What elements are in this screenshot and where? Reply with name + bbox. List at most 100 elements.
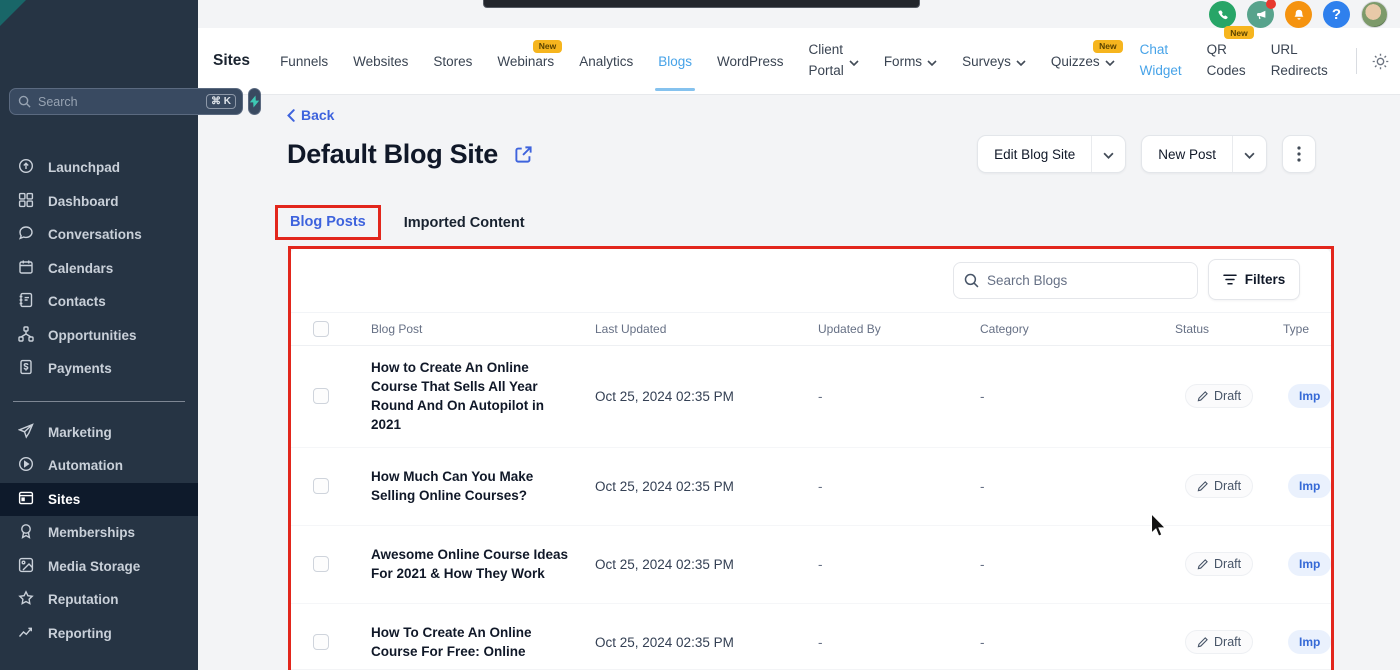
announcements-button[interactable]: New bbox=[1247, 0, 1279, 42]
notification-dot bbox=[1266, 0, 1276, 9]
tab-imported-content[interactable]: Imported Content bbox=[404, 215, 525, 231]
new-post-button[interactable]: New Post bbox=[1141, 135, 1267, 173]
notifications-button[interactable] bbox=[1285, 1, 1312, 28]
sidebar-item-media-storage[interactable]: Media Storage bbox=[0, 550, 198, 584]
blog-posts-card: Filters Blog Post Last Updated Updated B… bbox=[290, 248, 1331, 669]
nav-item-stores[interactable]: Stores bbox=[433, 54, 472, 69]
nav-item-quizzes[interactable]: Quizzes New bbox=[1051, 39, 1123, 69]
column-header[interactable]: Updated By bbox=[818, 322, 980, 336]
column-header[interactable]: Status bbox=[1175, 322, 1283, 336]
pencil-icon bbox=[1197, 480, 1208, 492]
updated-by: - bbox=[818, 634, 823, 650]
help-button[interactable]: ? bbox=[1323, 1, 1350, 28]
user-avatar[interactable] bbox=[1361, 1, 1388, 28]
select-all-checkbox[interactable] bbox=[313, 321, 329, 337]
megaphone-icon bbox=[1254, 8, 1268, 22]
page-content: Back Default Blog Site Edit Blog Site Ne… bbox=[198, 95, 1400, 670]
sidebar-item-calendars[interactable]: Calendars bbox=[0, 252, 198, 286]
sidebar-item-dashboard[interactable]: Dashboard bbox=[0, 185, 198, 219]
back-button[interactable]: Back bbox=[287, 107, 334, 123]
sidebar-item-conversations[interactable]: Conversations bbox=[0, 218, 198, 252]
agency-logo-space bbox=[0, 0, 198, 88]
nav-item-forms[interactable]: Forms bbox=[884, 54, 937, 69]
phone-icon bbox=[1216, 8, 1230, 22]
sidebar-item-contacts[interactable]: Contacts bbox=[0, 285, 198, 319]
search-blogs-field[interactable] bbox=[953, 262, 1198, 299]
nav-item-funnels[interactable]: Funnels bbox=[280, 54, 328, 69]
nav-item-blogs[interactable]: Blogs bbox=[655, 54, 695, 91]
more-options-button[interactable] bbox=[1282, 135, 1316, 173]
column-header[interactable]: Last Updated bbox=[595, 322, 818, 336]
sidebar-item-memberships[interactable]: Memberships bbox=[0, 516, 198, 550]
divider bbox=[1356, 48, 1357, 74]
nodes-icon bbox=[18, 326, 34, 345]
tab-blog-posts[interactable]: Blog Posts bbox=[290, 214, 366, 230]
type-badge[interactable]: Imp bbox=[1288, 384, 1331, 409]
last-updated: Oct 25, 2024 02:35 PM bbox=[595, 478, 734, 494]
sidebar-item-label: Automation bbox=[48, 458, 123, 474]
sidebar-item-opportunities[interactable]: Opportunities bbox=[0, 319, 198, 353]
sidebar-item-payments[interactable]: Payments bbox=[0, 352, 198, 386]
sidebar-item-reputation[interactable]: Reputation bbox=[0, 583, 198, 617]
status-badge[interactable]: Draft bbox=[1185, 630, 1254, 655]
pencil-icon bbox=[1197, 558, 1208, 570]
sidebar-item-automation[interactable]: Automation bbox=[0, 449, 198, 483]
row-checkbox[interactable] bbox=[313, 478, 329, 495]
phone-button[interactable] bbox=[1209, 1, 1236, 28]
row-checkbox[interactable] bbox=[313, 388, 329, 405]
pencil-icon bbox=[1197, 390, 1208, 402]
filters-button[interactable]: Filters bbox=[1208, 259, 1300, 300]
blog-post-title[interactable]: How to Create An Online Course That Sell… bbox=[371, 358, 571, 435]
column-header[interactable]: Type bbox=[1283, 322, 1331, 336]
nav-item-websites[interactable]: Websites bbox=[353, 54, 408, 69]
edit-blog-site-button[interactable]: Edit Blog Site bbox=[977, 135, 1127, 173]
sidebar-item-label: Conversations bbox=[48, 227, 142, 243]
sidebar-item-label: Launchpad bbox=[48, 160, 121, 176]
quick-actions-button[interactable] bbox=[248, 88, 261, 115]
blog-post-title[interactable]: How Much Can You Make Selling Online Cou… bbox=[371, 467, 571, 505]
nav-item-qr-codes[interactable]: QR Codes New bbox=[1207, 26, 1254, 82]
column-header[interactable]: Category bbox=[980, 322, 1175, 336]
table-row[interactable]: How to Create An Online Course That Sell… bbox=[290, 346, 1331, 448]
calendar-icon bbox=[18, 259, 34, 278]
table-row[interactable]: How Much Can You Make Selling Online Cou… bbox=[290, 448, 1331, 526]
sidebar-item-launchpad[interactable]: Launchpad bbox=[0, 151, 198, 185]
status-badge[interactable]: Draft bbox=[1185, 552, 1254, 577]
sidebar-item-sites[interactable]: Sites bbox=[0, 482, 198, 516]
nav-item-url-redirects[interactable]: URL Redirects bbox=[1271, 40, 1328, 82]
table-row[interactable]: How To Create An Online Course For Free:… bbox=[290, 604, 1331, 669]
nav-item-wordpress[interactable]: WordPress bbox=[717, 54, 784, 69]
status-badge[interactable]: Draft bbox=[1185, 474, 1254, 499]
nav-item-analytics[interactable]: Analytics bbox=[579, 54, 633, 69]
nav-item-webinars[interactable]: Webinars New bbox=[497, 39, 563, 69]
page-title: Default Blog Site bbox=[287, 138, 498, 169]
category: - bbox=[980, 634, 985, 650]
new-post-dropdown[interactable] bbox=[1232, 136, 1266, 172]
column-header[interactable]: Blog Post bbox=[371, 322, 595, 336]
image-icon bbox=[18, 557, 34, 576]
sidebar-item-marketing[interactable]: Marketing bbox=[0, 416, 198, 450]
blog-post-title[interactable]: How To Create An Online Course For Free:… bbox=[371, 623, 571, 661]
sidebar-search[interactable]: ⌘ K bbox=[9, 88, 243, 115]
edit-blog-site-dropdown[interactable] bbox=[1091, 136, 1125, 172]
type-badge[interactable]: Imp bbox=[1288, 474, 1331, 499]
status-badge[interactable]: Draft bbox=[1185, 384, 1254, 409]
chevron-down-icon bbox=[1016, 54, 1026, 69]
row-checkbox[interactable] bbox=[313, 556, 329, 573]
blog-post-title[interactable]: Awesome Online Course Ideas For 2021 & H… bbox=[371, 545, 571, 583]
table-row[interactable]: Awesome Online Course Ideas For 2021 & H… bbox=[290, 526, 1331, 604]
type-badge[interactable]: Imp bbox=[1288, 552, 1331, 577]
updated-by: - bbox=[818, 478, 823, 494]
settings-button[interactable] bbox=[1371, 52, 1390, 71]
nav-item-surveys[interactable]: Surveys bbox=[962, 54, 1026, 69]
row-checkbox[interactable] bbox=[313, 634, 329, 651]
nav-item-chat-widget[interactable]: Chat Widget bbox=[1140, 40, 1182, 82]
search-blogs-input[interactable] bbox=[987, 273, 1187, 288]
type-badge[interactable]: Imp bbox=[1288, 630, 1331, 655]
nav-item-client-portal[interactable]: Client Portal bbox=[809, 40, 859, 82]
pencil-icon bbox=[1197, 636, 1208, 648]
sidebar-search-input[interactable] bbox=[38, 94, 199, 109]
open-site-external-button[interactable] bbox=[514, 145, 533, 164]
invoice-icon bbox=[18, 359, 34, 378]
sidebar-item-reporting[interactable]: Reporting bbox=[0, 617, 198, 651]
